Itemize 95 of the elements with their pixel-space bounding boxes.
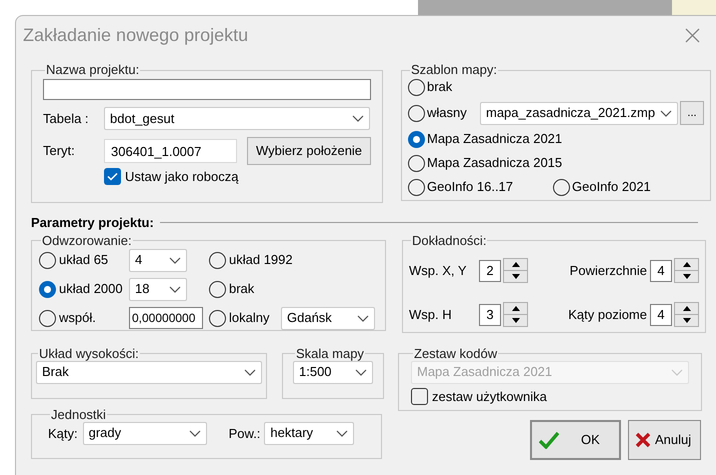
triangle-down-icon [682,274,690,279]
spin-down-button[interactable] [503,270,528,283]
number-field[interactable]: 2 [479,260,501,282]
radio-button[interactable] [209,310,226,326]
spin-up-button[interactable] [674,258,699,271]
triangle-up-icon [512,262,520,267]
radio-button[interactable] [209,280,226,298]
group-title: Dokładności: [411,234,488,248]
chevron-icon [244,368,256,376]
radio-button[interactable] [39,252,56,268]
radio-button[interactable] [408,78,425,96]
radio-label: układ 1992 [229,251,293,270]
triangle-up-icon [682,262,690,267]
radio-label: brak [427,78,452,96]
ok-button[interactable]: OK [530,420,621,460]
dropdown[interactable]: 1:500 [293,360,373,384]
triangle-up-icon [682,306,690,311]
close-icon [685,28,700,42]
chevron-icon [352,115,364,122]
section-heading: Parametry projektu: [31,214,154,232]
radio-label: GeoInfo 16..17 [427,178,514,196]
dropdown[interactable]: 18 [129,278,187,300]
group-title: Zestaw kodów [413,346,498,360]
group-title: Jednostki [50,408,107,422]
cancel-button[interactable]: Anuluj [628,420,701,460]
chevron-icon [169,256,181,264]
chevron-icon [357,314,369,322]
checkmark-icon [539,430,559,448]
checkbox[interactable] [104,168,121,186]
group-title: Układ wysokości: [38,346,140,360]
chevron-icon [188,430,201,436]
radio-button[interactable] [408,130,425,148]
radio-button[interactable] [408,104,425,122]
spin-up-button[interactable] [674,302,699,315]
dropdown[interactable]: bdot_gesut [104,107,370,130]
radio-label: układ 65 [59,251,108,270]
input-field[interactable] [43,79,371,100]
radio-label: współ. [59,309,96,328]
group-title: Nazwa projektu: [45,63,140,77]
triangle-down-icon [512,318,520,323]
number-field[interactable]: 4 [650,260,672,282]
field-label: Pow.: [228,424,260,442]
locate-button[interactable]: Wybierz położenie [247,137,371,165]
checkbox-label: Ustaw jako roboczą [125,168,238,186]
group-title: Szablon mapy: [410,63,498,77]
radio-label: brak [229,280,254,298]
input-field[interactable]: 306401_1.0007 [104,139,237,163]
checkmark-icon [107,172,118,182]
chevron-icon [671,368,683,376]
triangle-down-icon [512,274,520,279]
dropdown[interactable]: mapa_zasadnicza_2021.zmp [480,102,678,124]
triangle-up-icon [512,306,520,311]
number-field[interactable]: 4 [650,304,672,326]
group-title: Skala mapy [295,346,365,360]
checkbox-label: zestaw użytkownika [432,388,547,406]
radio-label: lokalny [229,309,270,328]
input-field[interactable]: 0,00000000 [129,307,203,329]
dropdown[interactable]: hektary [264,422,354,444]
field-label: Powierzchnie [570,262,647,280]
spin-up-button[interactable] [503,302,528,315]
radio-button[interactable] [39,310,56,326]
dropdown[interactable]: grady [82,422,207,444]
field-label: Kąty: [48,424,78,443]
chevron-icon [169,286,181,292]
field-label: Wsp. X, Y [409,262,468,280]
field-label: Kąty poziome [568,306,647,324]
spin-up-button[interactable] [503,258,528,271]
radio-label: Mapa Zasadnicza 2021 [427,130,562,148]
dropdown[interactable]: 4 [129,248,187,272]
dropdown[interactable]: Brak [36,360,262,384]
radio-button[interactable] [408,178,425,196]
field-label: Wsp. H [409,306,453,324]
group-title: Odwzorowanie: [41,234,133,248]
cross-icon [635,432,651,448]
triangle-down-icon [682,318,690,323]
field-label: Tabela : [43,110,90,128]
dropdown[interactable]: Gdańsk [281,306,375,330]
window-title: Zakładanie nowego projektu [23,24,248,47]
browse-button[interactable]: ... [680,101,704,125]
number-field[interactable]: 3 [479,304,501,326]
spin-down-button[interactable] [674,314,699,327]
radio-button[interactable] [39,280,56,298]
spin-down-button[interactable] [674,270,699,283]
radio-button[interactable] [209,252,226,268]
radio-label: Mapa Zasadnicza 2015 [427,154,562,172]
chevron-icon [660,110,672,116]
radio-label: własny [427,104,467,122]
chevron-icon [336,430,348,436]
chevron-icon [355,368,367,376]
radio-label: GeoInfo 2021 [572,178,651,196]
radio-button[interactable] [408,154,425,172]
field-label: Teryt: [43,142,76,160]
radio-button[interactable] [553,178,570,196]
spin-down-button[interactable] [503,314,528,327]
radio-label: układ 2000 [59,280,123,298]
